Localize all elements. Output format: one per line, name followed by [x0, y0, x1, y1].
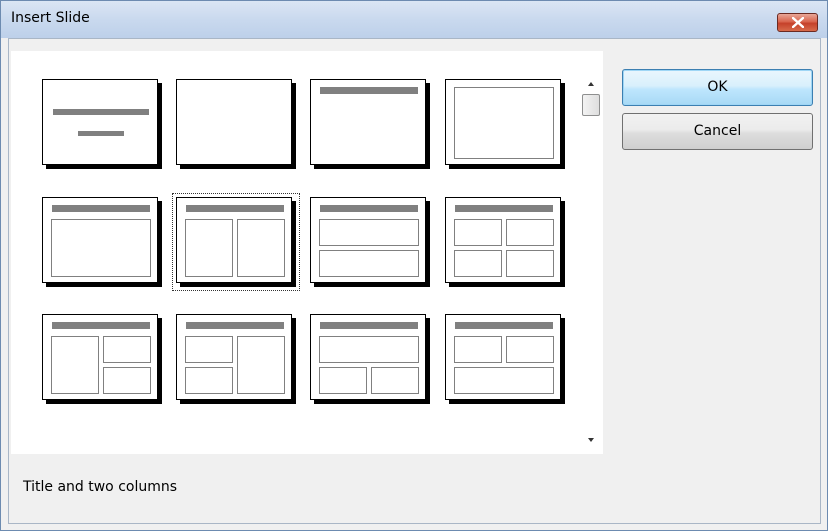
layout-blank[interactable] — [176, 79, 296, 169]
layout-title-and-content[interactable] — [42, 197, 162, 287]
ok-button[interactable]: OK — [622, 69, 813, 106]
layout-title-and-two-columns[interactable] — [172, 193, 300, 291]
layout-title-slide[interactable] — [42, 79, 162, 169]
layout-title-and-four[interactable] — [445, 197, 565, 287]
layout-title-only[interactable] — [310, 79, 430, 169]
close-icon — [792, 17, 804, 28]
layout-title-two-top-bottom-box[interactable] — [445, 314, 565, 404]
vertical-scrollbar[interactable] — [579, 67, 603, 453]
layout-description: Title and two columns — [23, 479, 178, 495]
layout-gallery — [11, 51, 603, 454]
scrollbar-thumb[interactable] — [582, 94, 600, 116]
layout-content-only[interactable] — [445, 79, 565, 169]
scroll-down-arrow-icon[interactable] — [585, 435, 597, 445]
close-button[interactable] — [777, 13, 818, 32]
insert-slide-dialog: Insert Slide OK Cancel Title and two col… — [0, 0, 828, 531]
layout-title-left-column-two-right[interactable] — [42, 314, 162, 404]
cancel-button[interactable]: Cancel — [622, 113, 813, 150]
layout-title-top-box-two-bottom[interactable] — [310, 314, 430, 404]
dialog-title: Insert Slide — [11, 10, 90, 26]
layout-title-two-left-column-right[interactable] — [176, 314, 296, 404]
scroll-up-arrow-icon[interactable] — [585, 79, 597, 89]
layout-title-and-two-stacked[interactable] — [310, 197, 430, 287]
title-bar: Insert Slide — [1, 1, 827, 38]
